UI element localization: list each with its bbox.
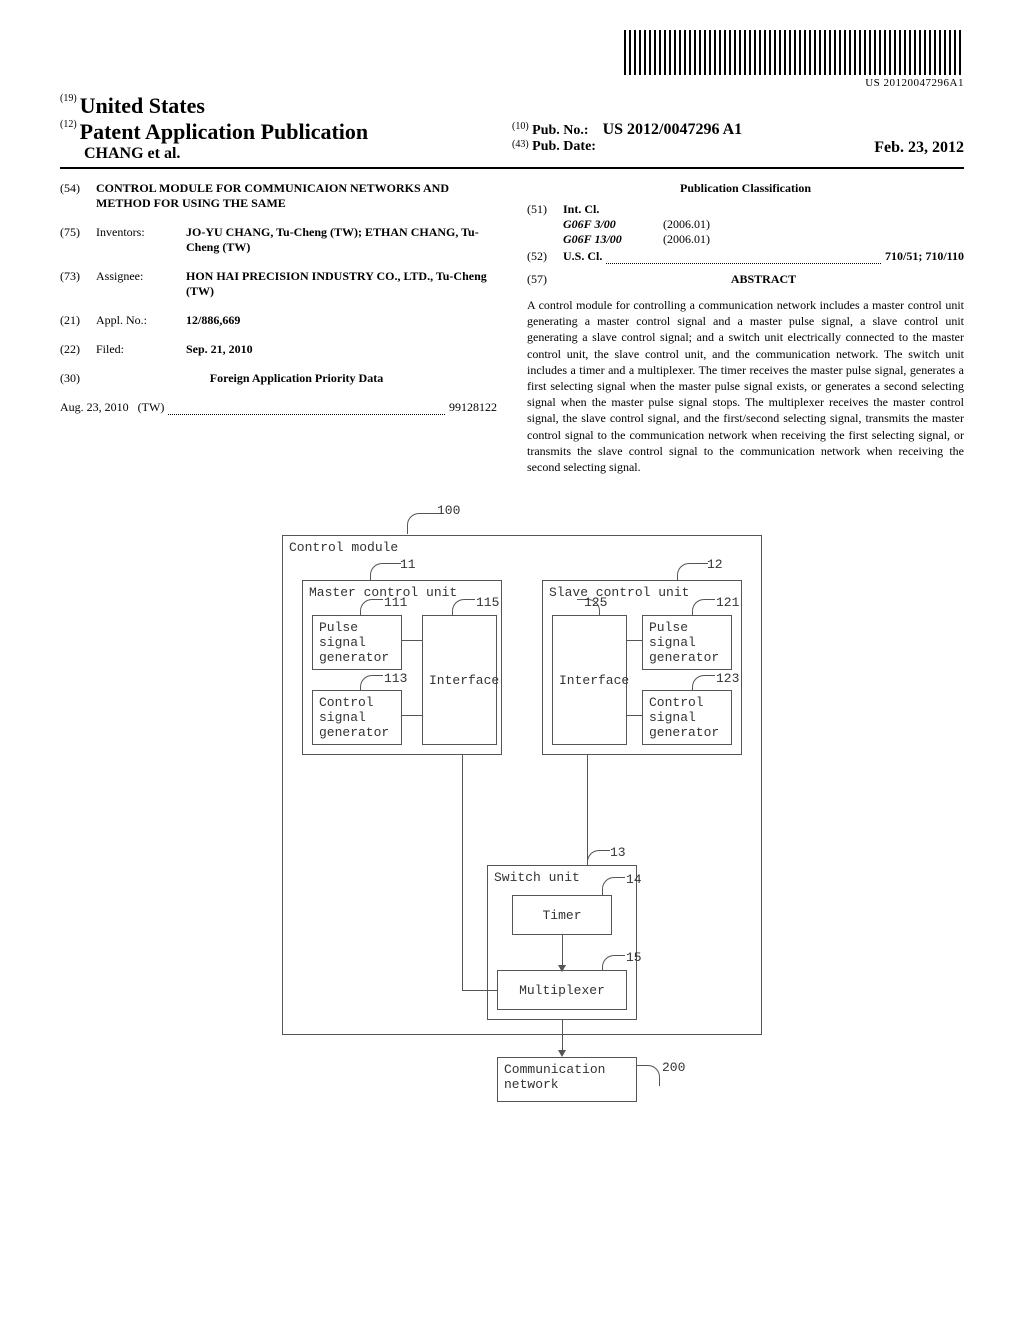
foreign-code: (30)	[60, 371, 96, 394]
assignee-label: Assignee:	[96, 269, 186, 299]
barcode	[624, 30, 964, 75]
slave-control-unit-label: Slave control unit	[549, 585, 689, 600]
interface-1: Interface	[429, 673, 499, 688]
pub-no: US 2012/0047296 A1	[603, 121, 743, 138]
abstract-label: ABSTRACT	[563, 272, 964, 287]
intcl-2-code: G06F 13/00	[563, 232, 663, 247]
barcode-text: US 20120047296A1	[865, 77, 964, 89]
intcl-code: (51)	[527, 202, 563, 247]
filed-code: (22)	[60, 342, 96, 357]
uscl-value: 710/51; 710/110	[885, 249, 964, 264]
applno: 12/886,669	[186, 313, 497, 328]
inventors: JO-YU CHANG, Tu-Cheng (TW); ETHAN CHANG,…	[186, 225, 479, 254]
assignee-code: (73)	[60, 269, 96, 299]
ref-123: 123	[716, 671, 739, 686]
ref-111: 111	[384, 595, 407, 610]
dot-leader-2	[606, 253, 881, 264]
control-module-label: Control module	[289, 540, 398, 555]
intcl-label: Int. Cl.	[563, 202, 964, 217]
header: (19) United States (12) Patent Applicati…	[60, 93, 964, 169]
patent-title: CONTROL MODULE FOR COMMUNICAION NETWORKS…	[96, 181, 497, 211]
intcl-2-ver: (2006.01)	[663, 232, 710, 247]
pub-date-code: (43)	[512, 139, 529, 150]
country-code: (19)	[60, 93, 77, 104]
applno-code: (21)	[60, 313, 96, 328]
ref-100: 100	[437, 503, 460, 518]
abstract-code: (57)	[527, 272, 563, 293]
inventors-code: (75)	[60, 225, 96, 255]
control-signal-generator-1: Control signal generator	[319, 695, 389, 740]
ref-200: 200	[662, 1060, 685, 1075]
uscl-code: (52)	[527, 249, 563, 264]
foreign-country: (TW)	[138, 400, 165, 415]
title-code: (54)	[60, 181, 96, 211]
pub-date: Feb. 23, 2012	[874, 139, 964, 157]
ref-12: 12	[707, 557, 723, 572]
filed-label: Filed:	[96, 342, 186, 357]
ref-125: 125	[584, 595, 607, 610]
assignee: HON HAI PRECISION INDUSTRY CO., LTD., Tu…	[186, 269, 487, 298]
ref-121: 121	[716, 595, 739, 610]
ref-115: 115	[476, 595, 499, 610]
country-name: United States	[80, 93, 205, 118]
pub-no-code: (10)	[512, 121, 529, 132]
authors: CHANG et al.	[60, 145, 512, 163]
inventors-label: Inventors:	[96, 225, 186, 255]
multiplexer-label: Multiplexer	[519, 983, 605, 998]
communication-network-label: Communication network	[504, 1062, 605, 1092]
intcl-1-code: G06F 3/00	[563, 217, 663, 232]
figure-diagram: 100 Control module 11 Master control uni…	[232, 505, 792, 1145]
ref-14: 14	[626, 872, 642, 887]
applno-label: Appl. No.:	[96, 313, 186, 328]
abstract-text: A control module for controlling a commu…	[527, 297, 964, 475]
foreign-header: Foreign Application Priority Data	[96, 371, 497, 386]
filed: Sep. 21, 2010	[186, 342, 497, 357]
foreign-num: 99128122	[449, 400, 497, 415]
switch-unit-label: Switch unit	[494, 870, 580, 885]
foreign-date: Aug. 23, 2010	[60, 400, 129, 415]
pub-no-label: Pub. No.:	[532, 123, 588, 138]
uscl-label: U.S. Cl.	[563, 249, 602, 264]
ref-113: 113	[384, 671, 407, 686]
control-signal-generator-2: Control signal generator	[649, 695, 719, 740]
pulse-signal-generator-2: Pulse signal generator	[649, 620, 719, 665]
pulse-signal-generator-1: Pulse signal generator	[319, 620, 389, 665]
interface-2: Interface	[559, 673, 629, 688]
ref-11: 11	[400, 557, 416, 572]
pub-type: Patent Application Publication	[80, 119, 368, 144]
timer-label: Timer	[542, 908, 581, 923]
pub-type-code: (12)	[60, 119, 77, 130]
ref-13: 13	[610, 845, 626, 860]
intcl-1-ver: (2006.01)	[663, 217, 710, 232]
pub-date-label: Pub. Date:	[532, 139, 596, 154]
classification-header: Publication Classification	[527, 181, 964, 196]
ref-15: 15	[626, 950, 642, 965]
dot-leader	[168, 404, 445, 415]
